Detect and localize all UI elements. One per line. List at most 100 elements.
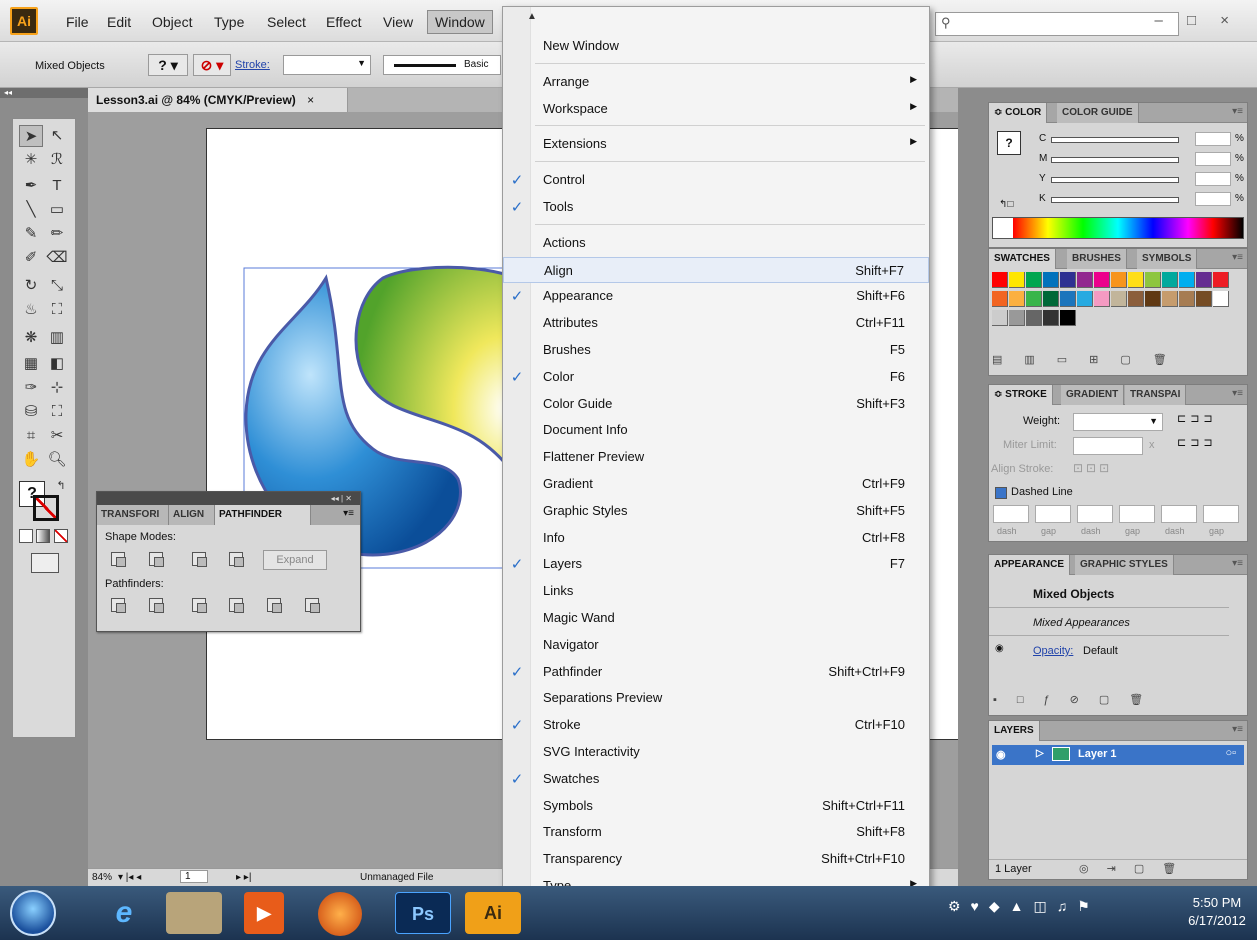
live-paint-tool-icon[interactable]: ⛁: [19, 401, 43, 423]
menu-item-actions[interactable]: Actions: [503, 230, 929, 256]
menu-item-navigator[interactable]: Navigator: [503, 632, 929, 658]
menu-item-tools[interactable]: ✓ Tools: [503, 194, 929, 220]
rectangle-tool-icon[interactable]: ▭: [45, 199, 69, 221]
eraser-tool-icon[interactable]: ⌫: [45, 247, 69, 269]
color-swatch[interactable]: [1145, 291, 1161, 307]
color-swatch[interactable]: [992, 310, 1008, 326]
eye-icon[interactable]: ◉: [996, 748, 1006, 761]
free-transform-tool-icon[interactable]: ⛶: [45, 299, 69, 321]
menu-item-extensions[interactable]: Extensions ▶: [503, 131, 929, 157]
scale-tool-icon[interactable]: ⤡: [45, 275, 69, 297]
color-swatch[interactable]: [1043, 272, 1059, 288]
menu-item-color-guide[interactable]: Color Guide Shift+F3: [503, 391, 929, 417]
menu-item-separations-preview[interactable]: Separations Preview: [503, 685, 929, 711]
system-tray[interactable]: ⚙♥◆▲◫♫⚑: [948, 898, 1148, 928]
menu-item-transparency[interactable]: Transparency Shift+Ctrl+F10: [503, 846, 929, 872]
eyedropper-tool-icon[interactable]: ✑: [19, 377, 43, 399]
tab-appearance[interactable]: APPEARANCE: [989, 555, 1071, 575]
pencil-tool-icon[interactable]: ✏: [45, 223, 69, 245]
lasso-tool-icon[interactable]: ℛ: [45, 149, 69, 171]
color-swatch[interactable]: [1009, 291, 1025, 307]
tab-layers[interactable]: LAYERS: [989, 721, 1040, 741]
layer-name[interactable]: Layer 1: [1078, 748, 1117, 760]
menu-item-stroke[interactable]: ✓ Stroke Ctrl+F10: [503, 712, 929, 738]
align-stroke-buttons[interactable]: ⊡⊡⊡: [1073, 461, 1133, 479]
tab-transform[interactable]: TRANSFORI: [97, 505, 169, 525]
menu-item-workspace[interactable]: Workspace ▶: [503, 96, 929, 122]
color-swatch[interactable]: [1009, 272, 1025, 288]
menu-item-brushes[interactable]: Brushes F5: [503, 337, 929, 363]
zoom-level[interactable]: 84%: [92, 872, 112, 883]
cyan-slider[interactable]: C%: [1039, 132, 1244, 147]
artboard-nav-icon[interactable]: ▸ ▸|: [236, 872, 251, 883]
line-tool-icon[interactable]: ╲: [19, 199, 43, 221]
tab-pathfinder[interactable]: PATHFINDER: [215, 505, 311, 525]
menu-item-document-info[interactable]: Document Info: [503, 417, 929, 443]
media-player-icon[interactable]: ▶: [244, 892, 284, 934]
color-swatch[interactable]: [1111, 291, 1127, 307]
document-status[interactable]: Unmanaged File: [360, 872, 433, 883]
color-swatch[interactable]: [1060, 310, 1076, 326]
tab-brushes[interactable]: BRUSHES: [1067, 249, 1127, 269]
menu-item-swatches[interactable]: ✓ Swatches: [503, 766, 929, 792]
tab-gradient[interactable]: GRADIENT: [1061, 385, 1125, 405]
color-swatch[interactable]: [1128, 291, 1144, 307]
layers-footer-icons[interactable]: ◎⇥▢🗑︎: [1079, 862, 1194, 875]
panel-menu-icon[interactable]: ▾≡: [1232, 558, 1243, 569]
tab-graphic-styles[interactable]: GRAPHIC STYLES: [1075, 555, 1174, 575]
tools-collapse-header[interactable]: ◂◂: [0, 88, 88, 98]
illustrator-icon[interactable]: Ai: [465, 892, 521, 934]
graph-tool-icon[interactable]: ▥: [45, 327, 69, 349]
hand-tool-icon[interactable]: ✋: [19, 449, 43, 471]
color-swatch[interactable]: [1026, 272, 1042, 288]
menu-item-appearance[interactable]: ✓ Appearance Shift+F6: [503, 283, 929, 309]
merge-icon[interactable]: [192, 598, 207, 613]
color-small-swatch[interactable]: ↰□: [999, 199, 1013, 210]
tab-swatches[interactable]: SWATCHES: [989, 249, 1056, 269]
live-paint-selection-tool-icon[interactable]: ⛶: [45, 401, 69, 423]
menu-object[interactable]: Object: [146, 12, 198, 32]
menu-item-transform[interactable]: Transform Shift+F8: [503, 819, 929, 845]
stroke-swatch[interactable]: [33, 495, 59, 521]
pen-tool-icon[interactable]: ✒: [19, 175, 43, 197]
rotate-tool-icon[interactable]: ↻: [19, 275, 43, 297]
menu-item-symbols[interactable]: Symbols Shift+Ctrl+F11: [503, 793, 929, 819]
appearance-footer-icons[interactable]: ▪□ƒ⊘▢🗑︎: [993, 693, 1233, 709]
exclude-icon[interactable]: [229, 552, 244, 567]
panel-titlebar[interactable]: ◂◂ | ✕: [97, 492, 360, 505]
color-swatch[interactable]: [1196, 291, 1212, 307]
miter-limit-field[interactable]: [1073, 437, 1143, 455]
black-slider[interactable]: K%: [1039, 192, 1244, 207]
gap-field-1[interactable]: [1035, 505, 1071, 523]
menu-item-arrange[interactable]: Arrange ▶: [503, 69, 929, 95]
none-mode-icon[interactable]: [53, 529, 68, 543]
search-input[interactable]: ⚲: [935, 12, 1179, 36]
warp-tool-icon[interactable]: ♨: [19, 299, 43, 321]
menu-item-links[interactable]: Links: [503, 578, 929, 604]
dashed-line-checkbox[interactable]: [995, 487, 1007, 499]
color-swatch[interactable]: [1162, 272, 1178, 288]
color-swatch[interactable]: [1060, 291, 1076, 307]
dash-field-2[interactable]: [1077, 505, 1113, 523]
menu-item-gradient[interactable]: Gradient Ctrl+F9: [503, 471, 929, 497]
menu-item-layers[interactable]: ✓ Layers F7: [503, 551, 929, 577]
menu-select[interactable]: Select: [261, 12, 312, 32]
panel-menu-icon[interactable]: ▾≡: [1232, 724, 1243, 735]
color-swatch[interactable]: [1077, 272, 1093, 288]
internet-explorer-icon[interactable]: e: [96, 892, 152, 934]
magic-wand-tool-icon[interactable]: ✳: [19, 149, 43, 171]
color-swatch[interactable]: [1111, 272, 1127, 288]
zoom-dropdown-icon[interactable]: ▾ |◂ ◂: [118, 872, 141, 883]
layer-row[interactable]: ◉ ▷ Layer 1 ○▫: [992, 745, 1244, 765]
menu-effect[interactable]: Effect: [320, 12, 368, 32]
color-swatch[interactable]: [1026, 310, 1042, 326]
trim-icon[interactable]: [149, 598, 164, 613]
tab-symbols[interactable]: SYMBOLS: [1137, 249, 1198, 269]
menu-item-color[interactable]: ✓ Color F6: [503, 364, 929, 390]
color-swatch[interactable]: [1179, 272, 1195, 288]
unite-icon[interactable]: [111, 552, 126, 567]
yellow-slider[interactable]: Y%: [1039, 172, 1244, 187]
menu-type[interactable]: Type: [208, 12, 250, 32]
menu-view[interactable]: View: [377, 12, 419, 32]
zoom-tool-icon[interactable]: 🔍︎: [45, 449, 69, 471]
